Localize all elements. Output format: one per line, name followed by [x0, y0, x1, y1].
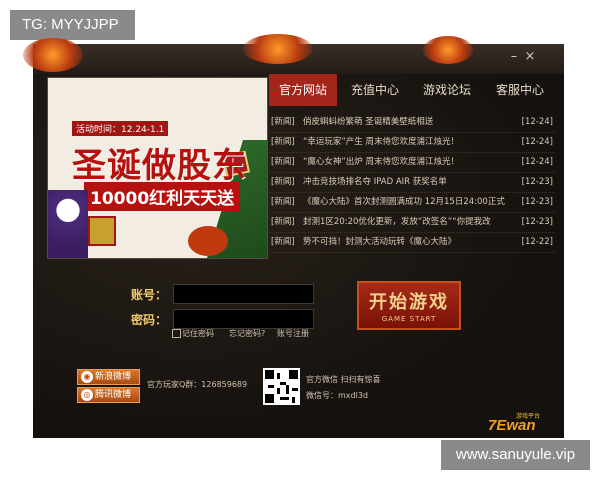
- register-link[interactable]: 账号注册: [277, 328, 309, 339]
- news-item[interactable]: [新闻] “魔心女神”出炉 周末侍您欢度浦江烛光！ [12-24]: [269, 152, 555, 173]
- window-top-frame: – ×: [23, 34, 564, 74]
- tab-recharge-center[interactable]: 充值中心: [341, 74, 409, 106]
- news-date: [12-24]: [521, 117, 553, 127]
- news-title[interactable]: 封测1区20:20优化更新，发放“改签名”“你提我改: [303, 212, 513, 232]
- remember-password-checkbox[interactable]: [172, 329, 181, 338]
- tencent-weibo-label: 腾讯微博: [95, 390, 132, 400]
- wechat-id-text: 微信号：mxdl3d: [306, 391, 368, 400]
- news-list: [新闻] 俏皮蝌蚪纷繁萌 圣诞精美壁纸相送 [12-24] [新闻] “幸运玩家…: [269, 108, 555, 256]
- password-label: 密码：: [131, 313, 168, 327]
- wechat-qr-code: [263, 368, 300, 405]
- qr-code-icon: [265, 370, 298, 403]
- news-item[interactable]: [新闻] 势不可挡！封测大活动玩转《魔心大陆》 [12-22]: [269, 232, 555, 253]
- news-category: [新闻]: [271, 197, 295, 207]
- news-date: [12-23]: [521, 217, 553, 227]
- news-item[interactable]: [新闻] “幸运玩家”产生 周末侍您欢度浦江烛光！ [12-24]: [269, 132, 555, 153]
- news-category: [新闻]: [271, 157, 295, 167]
- news-title[interactable]: “魔心女神”出炉 周末侍您欢度浦江烛光！: [303, 152, 513, 172]
- watermark-top-left: TG: MYYJJPP: [10, 10, 135, 40]
- qq-group-text: 官方玩家Q群：126859689: [147, 380, 248, 389]
- news-category: [新闻]: [271, 117, 295, 127]
- sina-weibo-button[interactable]: ◉ 新浪微博: [77, 369, 140, 385]
- ember-decoration: [243, 34, 313, 64]
- news-item[interactable]: [新闻] 封测1区20:20优化更新，发放“改签名”“你提我改 [12-23]: [269, 212, 555, 233]
- news-date: [12-22]: [521, 237, 553, 247]
- news-date: [12-24]: [521, 157, 553, 167]
- tab-official-site[interactable]: 官方网站: [269, 74, 337, 106]
- character-image: [48, 190, 88, 258]
- tencent-weibo-icon: ◎: [81, 389, 93, 401]
- news-date: [12-24]: [521, 137, 553, 147]
- platform-logo: 游戏平台 7Ewan: [488, 411, 544, 434]
- treasure-pot-image: [188, 226, 228, 256]
- news-title[interactable]: “幸运玩家”产生 周末侍您欢度浦江烛光！: [303, 132, 513, 152]
- event-banner[interactable]: 活动时间：12.24-1.1 圣诞做股东 10000红利天天送: [47, 77, 268, 259]
- news-title[interactable]: 冲击竞技场排名夺 IPAD AIR 获奖名单: [303, 172, 513, 192]
- news-item[interactable]: [新闻] 《魔心大陆》首次封测圆满成功 12月15日24:00正式 [12-23…: [269, 192, 555, 213]
- forgot-password-link[interactable]: 忘记密码?: [229, 328, 265, 339]
- tab-customer-service[interactable]: 客服中心: [485, 74, 555, 106]
- start-game-sublabel: GAME START: [381, 315, 437, 323]
- start-game-button[interactable]: 开始游戏 GAME START: [357, 281, 461, 330]
- news-category: [新闻]: [271, 217, 295, 227]
- password-input[interactable]: [173, 309, 314, 329]
- account-label: 账号：: [131, 288, 168, 302]
- news-item[interactable]: [新闻] 冲击竞技场排名夺 IPAD AIR 获奖名单 [12-23]: [269, 172, 555, 193]
- account-input[interactable]: [173, 284, 314, 304]
- tab-game-forum[interactable]: 游戏论坛: [413, 74, 481, 106]
- news-item[interactable]: [新闻] 俏皮蝌蚪纷繁萌 圣诞精美壁纸相送 [12-24]: [269, 112, 555, 133]
- banner-subtitle: 10000红利天天送: [84, 182, 241, 211]
- minimize-button[interactable]: –: [507, 50, 521, 64]
- news-title[interactable]: 势不可挡！封测大活动玩转《魔心大陆》: [303, 232, 513, 252]
- news-category: [新闻]: [271, 177, 295, 187]
- banner-title: 圣诞做股东: [72, 146, 247, 186]
- gift-box-image: [88, 216, 116, 246]
- tencent-weibo-button[interactable]: ◎ 腾讯微博: [77, 387, 140, 403]
- sina-weibo-icon: ◉: [81, 371, 93, 383]
- ember-decoration: [23, 38, 83, 72]
- tab-bar: 官方网站 充值中心 游戏论坛 客服中心: [269, 74, 564, 106]
- news-date: [12-23]: [521, 197, 553, 207]
- wechat-promo-text: 官方微信 扫扫有惊喜: [306, 375, 381, 384]
- news-title[interactable]: 俏皮蝌蚪纷繁萌 圣诞精美壁纸相送: [303, 112, 513, 132]
- news-category: [新闻]: [271, 137, 295, 147]
- close-button[interactable]: ×: [523, 50, 537, 64]
- sina-weibo-label: 新浪微博: [95, 372, 132, 382]
- news-category: [新闻]: [271, 237, 295, 247]
- ember-decoration: [423, 36, 473, 64]
- news-title[interactable]: 《魔心大陆》首次封测圆满成功 12月15日24:00正式: [303, 192, 513, 212]
- start-game-label: 开始游戏: [369, 292, 449, 313]
- logo-main-text: 7Ewan: [488, 417, 536, 434]
- watermark-bottom-right: www.sanuyule.vip: [441, 440, 590, 470]
- banner-date-label: 活动时间：12.24-1.1: [72, 121, 169, 136]
- news-date: [12-23]: [521, 177, 553, 187]
- game-launcher-window: – × 活动时间：12.24-1.1 圣诞做股东 10000红利天天送 官方网站…: [23, 34, 564, 438]
- remember-password-label[interactable]: 记住密码: [182, 328, 214, 339]
